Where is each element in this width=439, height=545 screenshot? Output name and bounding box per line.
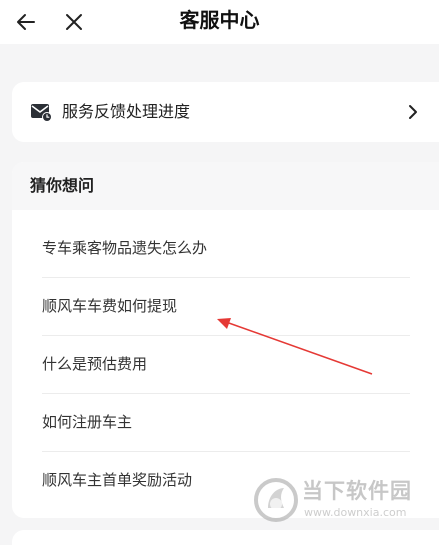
watermark: 当下软件园 www.downxia.com: [254, 476, 424, 526]
faq-item-text: 专车乘客物品遗失怎么办: [42, 239, 208, 257]
page-title: 客服中心: [179, 8, 260, 32]
mail-clock-icon: [31, 104, 52, 122]
top-nav-bar: 客服中心: [0, 0, 439, 44]
faq-item[interactable]: 如何注册车主: [42, 394, 410, 452]
faq-item-text: 什么是预估费用: [42, 355, 148, 373]
faq-list: 专车乘客物品遗失怎么办 顺风车车费如何提现 什么是预估费用 如何注册车主 顺风车…: [12, 220, 439, 510]
chevron-right-icon: [409, 105, 417, 119]
feedback-progress-row[interactable]: 服务反馈处理进度: [12, 82, 439, 142]
faq-card: 猜你想问 专车乘客物品遗失怎么办 顺风车车费如何提现 什么是预估费用 如何注册车…: [12, 162, 439, 518]
faq-item[interactable]: 什么是预估费用: [42, 336, 410, 394]
faq-item-text: 顺风车主首单奖励活动: [42, 471, 193, 489]
faq-item[interactable]: 专车乘客物品遗失怎么办: [42, 220, 410, 278]
feedback-progress-label: 服务反馈处理进度: [62, 102, 191, 121]
faq-item-text: 顺风车车费如何提现: [42, 297, 178, 315]
watermark-name: 当下软件园: [302, 479, 412, 503]
next-card-edge: [12, 530, 439, 545]
faq-item-text: 如何注册车主: [42, 413, 133, 431]
faq-header: 猜你想问: [12, 162, 439, 210]
downxia-logo-icon: [254, 478, 298, 522]
faq-title: 猜你想问: [30, 176, 95, 195]
watermark-url: www.downxia.com: [304, 506, 407, 519]
faq-item[interactable]: 顺风车车费如何提现: [42, 278, 410, 336]
